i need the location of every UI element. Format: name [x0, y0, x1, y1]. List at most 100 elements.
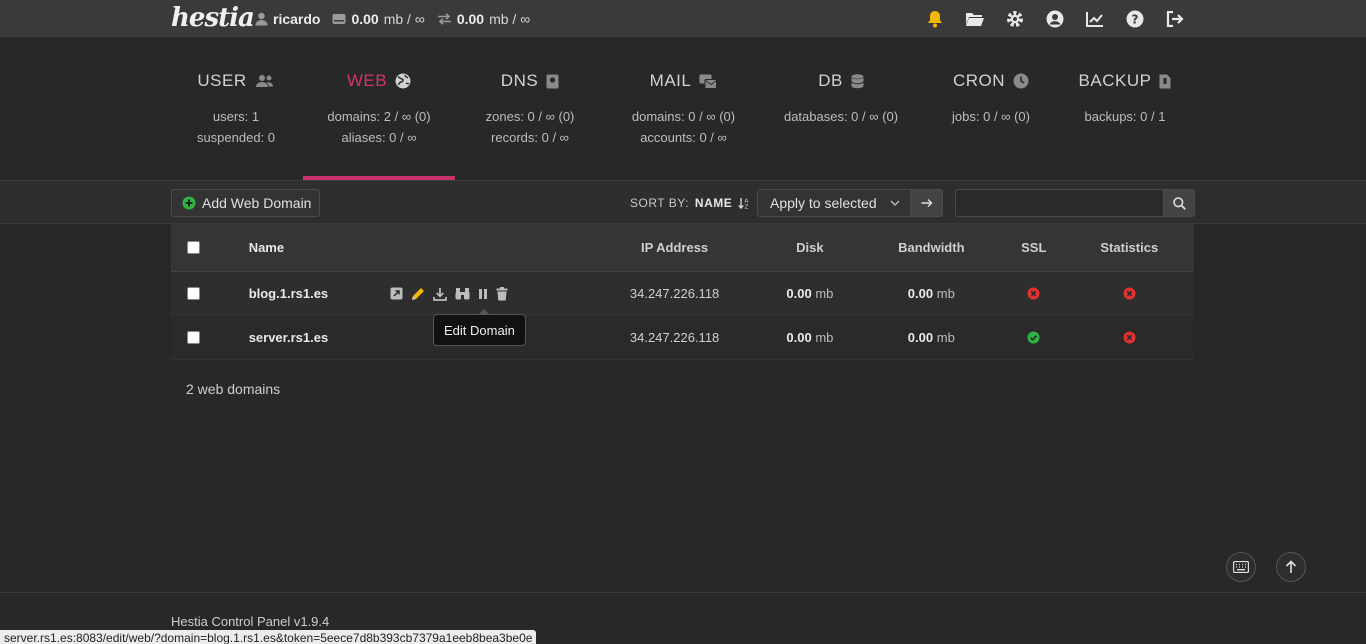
table-row: server.rs1.es 34.247.226.118 0.00 mb 0.0…: [171, 316, 1194, 360]
select-all-checkbox[interactable]: [187, 241, 200, 254]
bw-value: 0.00: [456, 11, 485, 27]
gear-icon[interactable]: [1005, 9, 1025, 29]
chart-icon[interactable]: [1085, 9, 1105, 29]
row-actions: [390, 286, 589, 301]
domain-count: 2 web domains: [186, 381, 281, 397]
top-icons: ?: [925, 0, 1185, 38]
tab-cron[interactable]: CRON jobs: 0 / ∞ (0): [926, 56, 1056, 180]
bell-icon[interactable]: [925, 9, 945, 29]
stat-line: records: 0 / ∞: [491, 130, 569, 145]
scroll-top-button[interactable]: [1276, 552, 1306, 582]
users-icon: [255, 75, 273, 87]
arrow-up-icon: [1285, 560, 1297, 573]
chevron-down-icon: [890, 200, 900, 206]
pause-icon[interactable]: [478, 288, 488, 300]
disk-unit: mb: [815, 330, 834, 345]
disk-value: 0.00: [786, 330, 812, 345]
external-link-icon[interactable]: [390, 287, 403, 300]
stat-line: jobs: 0 / ∞ (0): [952, 109, 1030, 124]
header-disk[interactable]: Disk: [760, 240, 860, 255]
sort-label: SORT BY:: [630, 196, 689, 210]
user-info: ricardo 0.00 mb / ∞ 0.00 mb / ∞: [255, 0, 536, 38]
user-circle-icon[interactable]: [1045, 9, 1065, 29]
edit-pencil-icon[interactable]: [411, 287, 425, 301]
download-icon[interactable]: [433, 287, 447, 301]
toolbar: Add Web Domain SORT BY: NAME AZ Apply to…: [0, 181, 1366, 224]
help-icon[interactable]: ?: [1125, 9, 1145, 29]
domains-table: Name IP Address Disk Bandwidth SSL Stati…: [171, 224, 1194, 360]
bw-unit: mb / ∞: [489, 11, 531, 27]
user-segment[interactable]: ricardo: [255, 11, 320, 27]
sort-value: NAME: [694, 196, 733, 210]
username: ricardo: [273, 11, 321, 27]
search-input[interactable]: [955, 189, 1164, 217]
header-statistics[interactable]: Statistics: [1065, 240, 1194, 255]
stat-line: domains: 0 / ∞ (0): [631, 109, 736, 124]
domain-name-link[interactable]: server.rs1.es: [249, 330, 390, 345]
sort-by[interactable]: SORT BY: NAME AZ: [630, 189, 750, 217]
stat-line: zones: 0 / ∞ (0): [485, 109, 575, 124]
transfer-icon: [437, 13, 451, 25]
disk-value: 0.00: [786, 286, 812, 301]
hestia-logo[interactable]: hestia: [171, 2, 255, 34]
tab-title: DB: [818, 71, 843, 90]
stat-line: databases: 0 / ∞ (0): [783, 109, 899, 124]
search-button[interactable]: [1163, 189, 1195, 217]
add-button-label: Add Web Domain: [202, 195, 312, 211]
tab-user[interactable]: USER users: 1 suspended: 0: [171, 56, 301, 180]
plus-circle-icon: [182, 196, 196, 210]
trash-icon[interactable]: [496, 286, 508, 301]
logout-icon[interactable]: [1165, 9, 1185, 29]
tab-mail[interactable]: MAIL domains: 0 / ∞ (0) accounts: 0 / ∞: [611, 56, 756, 180]
tab-web[interactable]: WEB domains: 2 / ∞ (0) aliases: 0 / ∞: [303, 56, 455, 180]
user-icon: [255, 12, 268, 26]
top-bar: hestia ricardo 0.00 mb / ∞ 0.00 mb / ∞ ?: [0, 0, 1366, 38]
stats-tabs: USER users: 1 suspended: 0 WEB domains: …: [171, 56, 1195, 180]
book-icon: [546, 74, 559, 88]
keyboard-shortcuts-button[interactable]: [1226, 552, 1256, 582]
keyboard-icon: [1233, 561, 1249, 573]
bw-unit: mb: [936, 286, 955, 301]
tab-backup[interactable]: BACKUP backups: 0 / 1: [1071, 56, 1179, 180]
tab-title: WEB: [346, 71, 388, 90]
globe-icon: [395, 73, 411, 89]
row-checkbox[interactable]: [187, 287, 200, 300]
disk-usage: 0.00 mb: [760, 286, 860, 301]
disk-usage: 0.00 mb: [760, 330, 860, 345]
stats-disabled-icon: [1123, 331, 1136, 344]
stat-line: suspended: 0: [196, 130, 276, 145]
tab-title: BACKUP: [1078, 71, 1152, 90]
file-icon: [1159, 74, 1171, 88]
tab-dns[interactable]: DNS zones: 0 / ∞ (0) records: 0 / ∞: [465, 56, 595, 180]
apply-button[interactable]: [910, 189, 943, 217]
bandwidth-usage: 0.00 mb / ∞: [437, 11, 530, 27]
stats-disabled-icon: [1123, 287, 1136, 300]
header-name[interactable]: Name: [249, 240, 390, 255]
tab-db[interactable]: DB databases: 0 / ∞ (0): [771, 56, 911, 180]
domain-name-link[interactable]: blog.1.rs1.es: [249, 286, 390, 301]
stat-line: domains: 2 / ∞ (0): [327, 109, 431, 124]
disk-usage: 0.00 mb / ∞: [332, 11, 425, 27]
header-bandwidth[interactable]: Bandwidth: [860, 240, 1003, 255]
footer-version: Hestia Control Panel v1.9.4: [171, 614, 330, 629]
folder-icon[interactable]: [965, 9, 985, 29]
table-header: Name IP Address Disk Bandwidth SSL Stati…: [171, 224, 1194, 272]
bulk-action-select[interactable]: Apply to selected: [757, 189, 911, 217]
svg-text:?: ?: [1132, 13, 1139, 27]
header-ssl[interactable]: SSL: [1003, 240, 1065, 255]
add-web-domain-button[interactable]: Add Web Domain: [171, 189, 320, 217]
tab-title: MAIL: [649, 71, 692, 90]
mail-icon: [699, 74, 718, 89]
stat-line: backups: 0 / 1: [1084, 109, 1166, 124]
bw-value: 0.00: [907, 330, 934, 345]
stat-line: users: 1: [212, 109, 260, 124]
ssl-disabled-icon: [1027, 287, 1040, 300]
binoculars-icon[interactable]: [455, 287, 470, 300]
disk-value: 0.00: [351, 11, 379, 27]
header-ip[interactable]: IP Address: [589, 240, 760, 255]
tab-title: CRON: [952, 71, 1006, 90]
table-row: blog.1.rs1.es 34.247.226.118 0.00 mb 0.0…: [171, 272, 1194, 316]
row-checkbox[interactable]: [187, 331, 200, 344]
database-icon: [850, 73, 864, 88]
ip-address: 34.247.226.118: [629, 330, 720, 345]
